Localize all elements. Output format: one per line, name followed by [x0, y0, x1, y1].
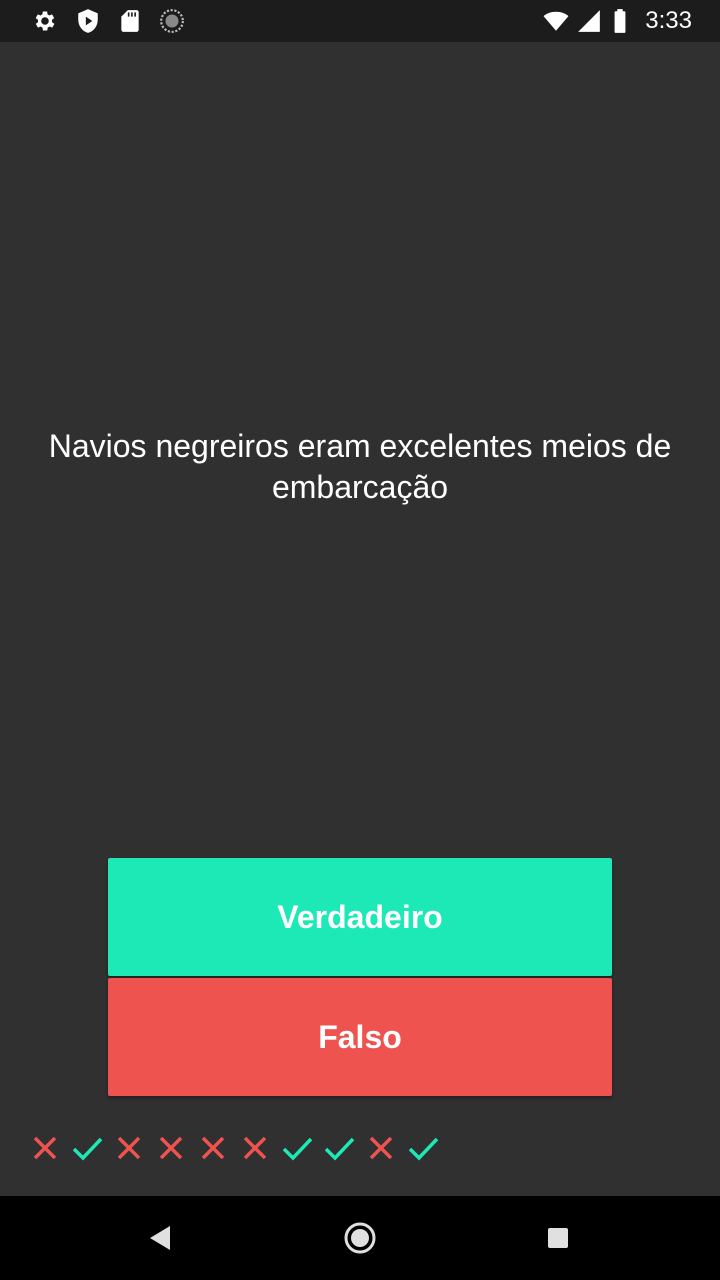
navigation-bar — [0, 1196, 720, 1280]
home-icon[interactable] — [340, 1218, 380, 1258]
false-button[interactable]: Falso — [108, 978, 612, 1096]
correct-check-icon — [324, 1137, 355, 1161]
false-button-label: Falso — [318, 1018, 402, 1055]
question-text: Navios negreiros eram excelentes meios d… — [48, 428, 672, 505]
back-icon[interactable] — [140, 1218, 180, 1258]
results-history — [28, 1130, 440, 1166]
wrong-cross-icon — [33, 1136, 57, 1160]
wrong-cross-icon — [369, 1136, 393, 1160]
gear-icon — [35, 11, 55, 31]
true-button-label: Verdadeiro — [277, 898, 443, 935]
status-bar: 3:33 — [0, 0, 720, 42]
shield-play-icon — [78, 9, 98, 33]
sync-icon — [160, 9, 184, 33]
correct-check-icon — [282, 1137, 313, 1161]
wrong-cross-icon — [243, 1136, 267, 1160]
sd-card-icon — [121, 10, 139, 32]
wrong-cross-icon — [159, 1136, 183, 1160]
recents-icon[interactable] — [538, 1218, 578, 1258]
correct-check-icon — [408, 1137, 439, 1161]
signal-icon — [578, 10, 600, 32]
battery-icon — [614, 9, 626, 33]
true-button[interactable]: Verdadeiro — [108, 858, 612, 976]
correct-check-icon — [72, 1137, 103, 1161]
status-time: 3:33 — [645, 7, 692, 34]
wifi-icon — [543, 11, 569, 31]
quiz-screen: Navios negreiros eram excelentes meios d… — [0, 42, 720, 1196]
wrong-cross-icon — [117, 1136, 141, 1160]
wrong-cross-icon — [201, 1136, 225, 1160]
